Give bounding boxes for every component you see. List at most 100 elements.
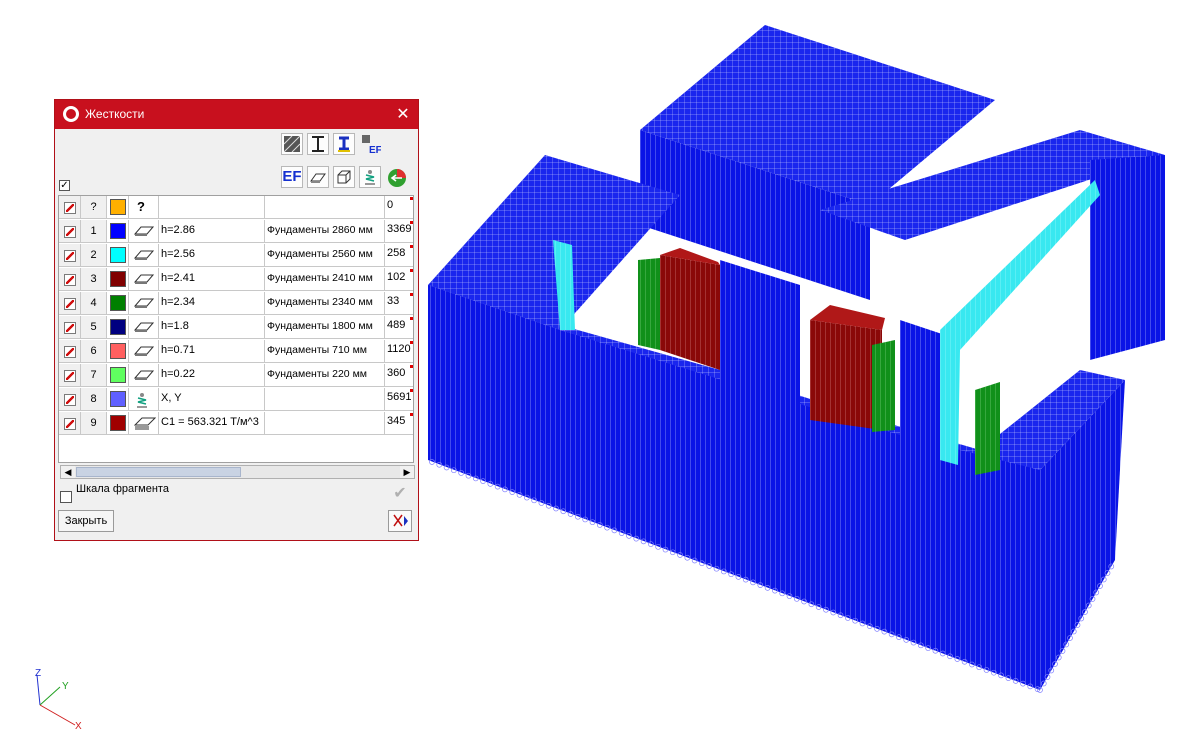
row-checkbox-cell[interactable] [59, 268, 81, 291]
row-number: 7 [81, 364, 107, 387]
close-icon[interactable]: ✕ [388, 100, 418, 129]
hatch-section-icon[interactable] [281, 133, 303, 155]
color-swatch[interactable] [110, 343, 126, 359]
steel-section-icon[interactable] [333, 133, 355, 155]
row-color-cell[interactable] [107, 268, 129, 291]
table-row[interactable]: ?? 0 [59, 196, 413, 220]
red-column-a [660, 255, 720, 370]
fragment-scale-checkbox[interactable] [60, 491, 72, 503]
scissors-tool-button[interactable] [388, 510, 412, 532]
row-number: 6 [81, 340, 107, 363]
inner-wall-a [720, 260, 800, 420]
row-count: 3369 [387, 223, 412, 235]
row-count-cell: 258 [385, 244, 413, 267]
row-checkbox[interactable] [64, 298, 76, 310]
dialog-title-bar[interactable]: Жесткости ✕ [55, 100, 418, 129]
ef-icon[interactable]: EF [281, 166, 303, 188]
row-type-cell [129, 412, 159, 435]
red-flag-icon [410, 197, 413, 200]
row-checkbox[interactable] [64, 226, 76, 238]
color-swatch[interactable] [110, 415, 126, 431]
color-swatch[interactable] [110, 391, 126, 407]
row-color-cell[interactable] [107, 340, 129, 363]
inner-wall-b [900, 320, 945, 455]
table-row[interactable]: 3 h=2.41 Фундаменты 2410 мм 102 [59, 268, 413, 292]
plate-icon[interactable] [307, 166, 329, 188]
row-color-cell[interactable] [107, 364, 129, 387]
color-swatch[interactable] [110, 271, 126, 287]
row-checkbox-cell[interactable] [59, 196, 81, 219]
spring-icon[interactable] [359, 166, 381, 188]
row-color-cell[interactable] [107, 244, 129, 267]
row-color-cell[interactable] [107, 292, 129, 315]
row-checkbox-cell[interactable] [59, 412, 81, 435]
row-checkbox[interactable] [64, 418, 76, 430]
row-count: 102 [387, 271, 406, 283]
row-checkbox[interactable] [64, 274, 76, 286]
red-flag-icon [410, 413, 413, 416]
apply-checkmark-icon[interactable]: ✔ [388, 483, 412, 505]
row-checkbox-cell[interactable] [59, 316, 81, 339]
color-swatch[interactable] [110, 319, 126, 335]
row-number: 8 [81, 388, 107, 411]
row-count-cell: 360 [385, 364, 413, 387]
color-swatch[interactable] [110, 295, 126, 311]
scroll-right-arrow-icon[interactable]: ▶ [400, 466, 414, 478]
row-checkbox-cell[interactable] [59, 220, 81, 243]
row-count: 1120 [387, 343, 411, 355]
row-color-cell[interactable] [107, 388, 129, 411]
row-checkbox-cell[interactable] [59, 388, 81, 411]
row-parameters: h=0.22 [159, 364, 265, 387]
table-row[interactable]: 7 h=0.22 Фундаменты 220 мм 360 [59, 364, 413, 388]
row-count: 33 [387, 295, 400, 307]
row-color-cell[interactable] [107, 412, 129, 435]
red-flag-icon [410, 317, 413, 320]
row-count: 360 [387, 367, 406, 379]
row-parameters: h=0.71 [159, 340, 265, 363]
row-checkbox[interactable] [64, 346, 76, 358]
ef-small-icon[interactable]: EF [359, 133, 381, 155]
table-row[interactable]: 6 h=0.71 Фундаменты 710 мм 1120 [59, 340, 413, 364]
stiffness-dialog: Жесткости ✕ EF EF ✓ ?? 0 1 h=2.86 Фундаменты… [54, 99, 419, 541]
table-row[interactable]: 2 h=2.56 Фундаменты 2560 мм 258 [59, 244, 413, 268]
row-checkbox[interactable] [64, 322, 76, 334]
row-checkbox-cell[interactable] [59, 244, 81, 267]
solid-icon[interactable] [333, 166, 355, 188]
row-checkbox[interactable] [64, 202, 76, 214]
select-all-checkbox[interactable]: ✓ [59, 180, 70, 191]
row-parameters: h=2.34 [159, 292, 265, 315]
color-swatch[interactable] [110, 199, 126, 215]
close-button[interactable]: Закрыть [58, 510, 114, 532]
table-row[interactable]: 1 h=2.86 Фундаменты 2860 мм 3369 [59, 220, 413, 244]
red-flag-icon [410, 269, 413, 272]
table-row[interactable]: 9 C1 = 563.321 T/м^3 345 [59, 412, 413, 436]
row-count-cell: 102 [385, 268, 413, 291]
row-checkbox[interactable] [64, 394, 76, 406]
i-beam-icon[interactable] [307, 133, 329, 155]
row-count: 5691 [387, 391, 412, 403]
row-checkbox-cell[interactable] [59, 292, 81, 315]
color-swatch[interactable] [110, 367, 126, 383]
row-type-cell [129, 268, 159, 291]
horizontal-scrollbar[interactable]: ◀ ▶ [60, 465, 415, 479]
table-row[interactable]: 8 X, Y 5691 [59, 388, 413, 412]
red-flag-icon [410, 365, 413, 368]
scroll-thumb[interactable] [76, 467, 241, 477]
row-color-cell[interactable] [107, 196, 129, 219]
row-color-cell[interactable] [107, 316, 129, 339]
row-color-cell[interactable] [107, 220, 129, 243]
table-row[interactable]: 5 h=1.8 Фундаменты 1800 мм 489 [59, 316, 413, 340]
color-swatch[interactable] [110, 247, 126, 263]
color-wheel-icon[interactable] [385, 166, 407, 188]
row-name [265, 388, 385, 411]
color-swatch[interactable] [110, 223, 126, 239]
row-checkbox-cell[interactable] [59, 340, 81, 363]
row-checkbox[interactable] [64, 250, 76, 262]
scroll-left-arrow-icon[interactable]: ◀ [61, 466, 75, 478]
table-row[interactable]: 4 h=2.34 Фундаменты 2340 мм 33 [59, 292, 413, 316]
row-count-cell: 345 [385, 412, 413, 435]
row-name: Фундаменты 2860 мм [265, 220, 385, 243]
row-checkbox-cell[interactable] [59, 364, 81, 387]
row-checkbox[interactable] [64, 370, 76, 382]
green-column-c [975, 382, 1000, 475]
